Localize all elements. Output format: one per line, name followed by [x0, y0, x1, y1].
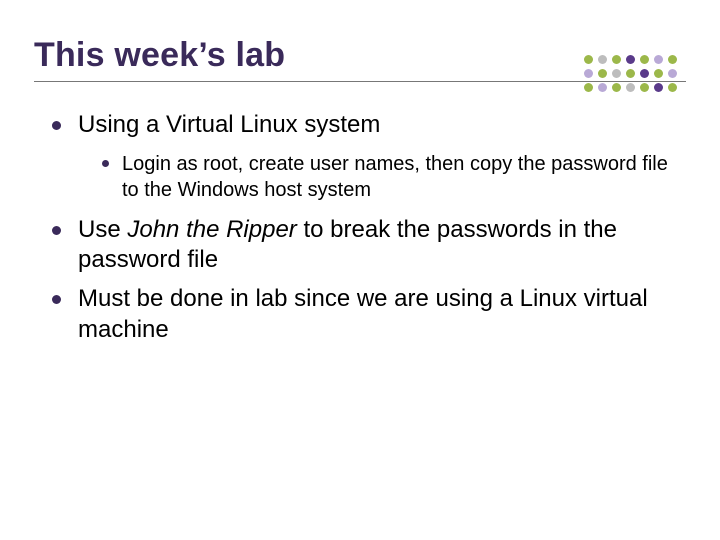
sub-bullet-text: Login as root, create user names, then c… — [122, 153, 668, 201]
bullet-item: Use John the Ripper to break the passwor… — [48, 215, 680, 276]
dot-icon — [654, 69, 663, 78]
dot-icon — [626, 55, 635, 64]
dot-icon — [626, 83, 635, 92]
dot-icon — [584, 69, 593, 78]
bullet-text-emph: John the Ripper — [127, 216, 296, 243]
sub-bullet-item: Login as root, create user names, then c… — [98, 151, 680, 203]
dot-icon — [654, 83, 663, 92]
dot-icon — [654, 55, 663, 64]
dot-icon — [598, 83, 607, 92]
decorative-dots — [584, 53, 684, 101]
dot-icon — [668, 55, 677, 64]
dot-icon — [640, 55, 649, 64]
title-row: This week’s lab — [34, 36, 686, 82]
bullet-item: Must be done in lab since we are using a… — [48, 284, 680, 345]
bullet-text: Must be done in lab since we are using a… — [78, 285, 648, 343]
dot-icon — [612, 83, 621, 92]
dot-icon — [584, 55, 593, 64]
dot-icon — [598, 55, 607, 64]
bullet-text-pre: Use — [78, 216, 127, 243]
dot-icon — [668, 83, 677, 92]
dot-icon — [626, 69, 635, 78]
bullet-text: Using a Virtual Linux system — [78, 111, 380, 138]
dot-icon — [612, 69, 621, 78]
bullet-list: Using a Virtual Linux system Login as ro… — [40, 110, 680, 346]
dot-icon — [612, 55, 621, 64]
dot-icon — [668, 69, 677, 78]
dot-icon — [598, 69, 607, 78]
dot-icon — [640, 83, 649, 92]
slide: This week’s lab — [0, 0, 720, 540]
bullet-item: Using a Virtual Linux system Login as ro… — [48, 110, 680, 203]
dot-icon — [640, 69, 649, 78]
sub-bullet-list: Login as root, create user names, then c… — [78, 151, 680, 203]
dot-icon — [584, 83, 593, 92]
